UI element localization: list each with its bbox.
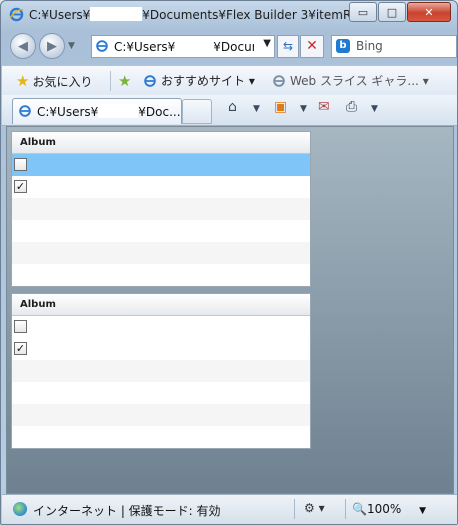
new-tab-button[interactable]	[182, 99, 212, 124]
column-header-album[interactable]: Album	[12, 294, 310, 316]
table-row[interactable]	[12, 198, 310, 220]
address-dropdown-icon[interactable]: ▼	[263, 38, 271, 49]
forward-button[interactable]: ▶	[39, 33, 65, 59]
print-dropdown-icon[interactable]: ▼	[371, 104, 378, 114]
page-icon	[96, 40, 108, 52]
home-dropdown-icon[interactable]: ▼	[253, 104, 260, 114]
ie-page-icon	[144, 74, 156, 87]
zoom-dropdown-icon[interactable]: ▼	[419, 506, 426, 516]
checkbox-checked[interactable]: ✓	[14, 342, 27, 355]
column-header-album[interactable]: Album	[12, 132, 310, 154]
table-row[interactable]	[12, 426, 310, 448]
table-row[interactable]	[12, 242, 310, 264]
search-input[interactable]: Bing	[356, 39, 383, 53]
checkbox[interactable]	[14, 158, 27, 171]
web-slice-icon	[273, 74, 285, 87]
history-dropdown-icon[interactable]: ▼	[68, 41, 75, 51]
zoom-control[interactable]: 🔍100% ▼	[352, 502, 426, 516]
suggested-sites-link[interactable]: おすすめサイト ▾	[143, 72, 255, 89]
table-row[interactable]	[12, 382, 310, 404]
address-bar[interactable]: C:¥Users¥¥Docum ▼	[91, 35, 275, 58]
redacted-username	[175, 39, 214, 53]
ie-icon	[9, 7, 24, 22]
feeds-icon[interactable]: ▣	[274, 99, 287, 115]
table-row[interactable]	[12, 264, 310, 286]
refresh-icon: ⇆	[282, 39, 294, 53]
redacted-username	[98, 104, 139, 118]
print-icon[interactable]: ⎙	[346, 99, 357, 115]
add-favorite-icon: ★	[118, 72, 132, 90]
window-title: C:¥Users¥ ¥Documents¥Flex Builder 3¥itemR…	[29, 7, 363, 22]
window-controls: ▭ □ ✕	[348, 2, 451, 22]
table-row[interactable]	[12, 316, 310, 338]
zoom-icon: 🔍	[352, 502, 367, 516]
back-button[interactable]: ◀	[10, 33, 36, 59]
album-datagrid-2[interactable]: Album ✓	[11, 293, 311, 449]
web-slice-gallery-link[interactable]: Web スライス ギャラ... ▾	[272, 72, 429, 89]
separator	[345, 499, 346, 519]
close-button[interactable]: ✕	[407, 2, 451, 22]
page-content: Album ✓ Album ✓	[6, 126, 454, 494]
bing-icon: b	[336, 39, 350, 53]
favorites-bar: ★お気に入り ★ おすすめサイト ▾ Web スライス ギャラ... ▾ »	[2, 65, 457, 109]
table-row[interactable]	[12, 404, 310, 426]
table-row[interactable]: ✓	[12, 338, 310, 360]
stop-icon: ✕	[306, 38, 318, 54]
tab-current[interactable]: C:¥Users¥ ¥Doc...	[12, 98, 182, 124]
stop-button[interactable]: ✕	[300, 35, 324, 58]
search-box[interactable]: b Bing	[331, 35, 457, 58]
checkbox[interactable]	[14, 320, 27, 333]
back-arrow-icon: ◀	[18, 38, 28, 54]
favorites-button[interactable]: ★ お気に入り	[16, 72, 92, 90]
table-row[interactable]	[12, 360, 310, 382]
checkbox-checked[interactable]: ✓	[14, 180, 27, 193]
separator	[110, 71, 111, 91]
browser-window: C:¥Users¥ ¥Documents¥Flex Builder 3¥itemR…	[0, 0, 458, 525]
minimize-button[interactable]: ▭	[349, 2, 377, 22]
table-row[interactable]	[12, 220, 310, 242]
internet-globe-icon	[13, 502, 27, 516]
security-zone-text[interactable]: インターネット | 保護モード: 有効	[33, 502, 221, 519]
redacted-username	[90, 7, 143, 21]
status-bar: インターネット | 保護モード: 有効 ⚙ ▾ 🔍100% ▼	[2, 494, 457, 524]
table-row[interactable]	[12, 154, 310, 176]
title-bar[interactable]: C:¥Users¥ ¥Documents¥Flex Builder 3¥itemR…	[1, 1, 457, 27]
feeds-dropdown-icon[interactable]: ▼	[300, 104, 307, 114]
tab-bar: C:¥Users¥ ¥Doc... ⌂ ▼ ▣ ▼ ✉ ⎙ ▼	[2, 95, 457, 126]
tab-title: C:¥Users¥ ¥Doc...	[37, 104, 181, 119]
home-icon[interactable]: ⌂	[228, 99, 237, 115]
favorites-star-icon: ★	[16, 72, 30, 90]
address-text[interactable]: C:¥Users¥¥Docum	[114, 39, 254, 54]
navigation-bar: ◀ ▶ ▼ C:¥Users¥¥Docum ▼ ⇆ ✕ b Bing	[1, 29, 457, 63]
separator	[294, 499, 295, 519]
album-datagrid-1[interactable]: Album ✓	[11, 131, 311, 287]
protected-mode-icon[interactable]: ⚙ ▾	[304, 501, 325, 515]
refresh-button[interactable]: ⇆	[277, 35, 299, 58]
read-mail-icon[interactable]: ✉	[318, 99, 330, 115]
tab-page-icon	[19, 105, 31, 117]
maximize-button[interactable]: □	[378, 2, 406, 22]
forward-arrow-icon: ▶	[47, 38, 57, 54]
add-favorite-button[interactable]: ★	[118, 72, 134, 90]
table-row[interactable]: ✓	[12, 176, 310, 198]
